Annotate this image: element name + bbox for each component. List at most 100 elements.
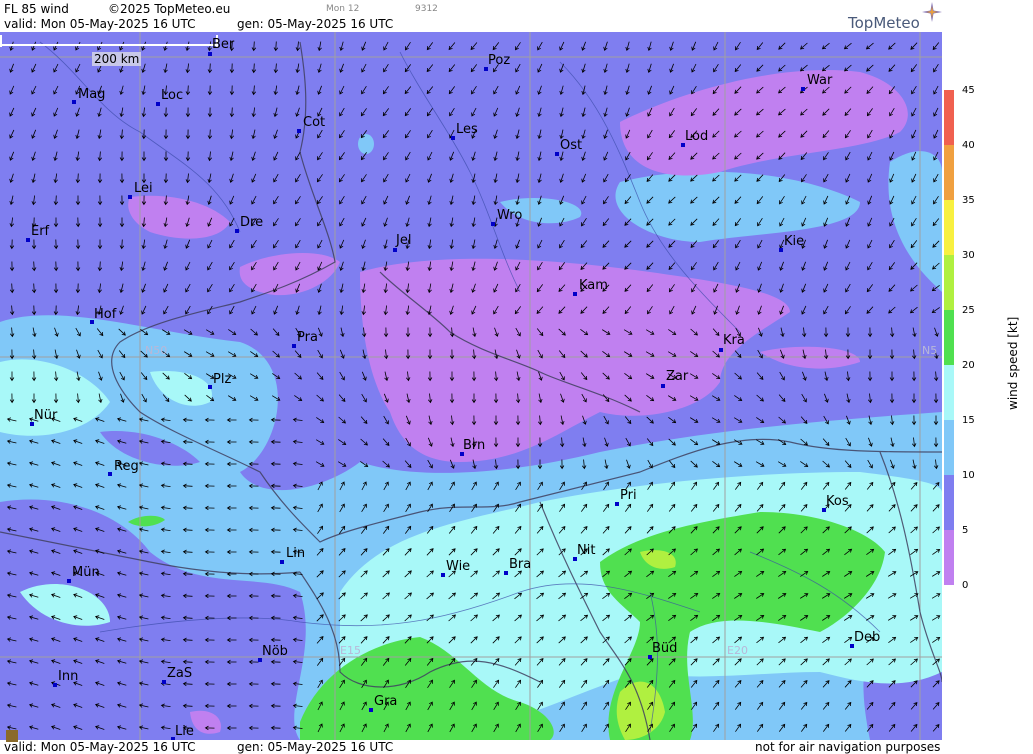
city-label: Plz [213, 372, 232, 387]
city-label: Wie [446, 559, 471, 574]
city-dot [491, 222, 495, 226]
product-title: FL 85 wind [4, 2, 69, 16]
city-dot [393, 248, 397, 252]
grid-label-n50-right: N5 [922, 344, 938, 357]
legend-tick: 20 [962, 360, 975, 371]
city-dot [555, 152, 559, 156]
city-dot [208, 385, 212, 389]
city-dot [369, 708, 373, 712]
city-dot [719, 348, 723, 352]
city-label: Reg [114, 459, 139, 474]
legend-color-band [944, 255, 954, 311]
wind-map[interactable]: 200 km N50 N5 E15 E20 Ber Poz War Mag Lo… [0, 32, 942, 740]
city-label: Lod [685, 129, 709, 144]
city-label: Lie [175, 724, 194, 739]
legend-color-band [944, 200, 954, 256]
scale-bar [0, 35, 218, 47]
legend-tick: 35 [962, 195, 975, 206]
topmeteo-logo: TopMeteo [848, 14, 920, 32]
legend-color-band [944, 310, 954, 366]
city-dot [208, 52, 212, 56]
city-dot [53, 683, 57, 687]
legend-tick: 15 [962, 415, 975, 426]
city-dot [235, 229, 239, 233]
legend-tick: 40 [962, 140, 975, 151]
legend-color-band [944, 475, 954, 531]
legend-tick: 45 [962, 85, 975, 96]
city-dot [297, 129, 301, 133]
city-dot [280, 560, 284, 564]
legend-color-band [944, 420, 954, 476]
legend-color-band [944, 530, 954, 585]
footer-valid-time: valid: Mon 05-May-2025 16 UTC [4, 740, 196, 754]
city-dot [108, 472, 112, 476]
city-label: Bra [509, 557, 532, 572]
city-dot [801, 87, 805, 91]
city-label: Erf [31, 224, 50, 239]
city-label: Lin [286, 546, 306, 561]
legend-tick: 25 [962, 305, 975, 316]
gen-time: gen: 05-May-2025 16 UTC [237, 17, 394, 31]
city-label: Ber [212, 37, 235, 52]
city-label: ZaS [167, 666, 193, 681]
city-label: Zar [666, 369, 689, 384]
city-label: Lei [134, 181, 153, 196]
city-label: Gra [374, 694, 398, 709]
code-label: 9312 [415, 4, 438, 14]
legend-tick: 30 [962, 250, 975, 261]
city-label: Kra [723, 333, 745, 348]
city-label: Kos [826, 494, 849, 509]
city-dot [504, 571, 508, 575]
city-dot [67, 579, 71, 583]
legend-color-band [944, 145, 954, 201]
run-label: Mon 12 [326, 4, 360, 14]
scale-label: 200 km [92, 52, 142, 66]
city-dot [451, 136, 455, 140]
city-label: Büd [652, 641, 678, 656]
city-label: Pri [620, 488, 637, 503]
city-dot [162, 680, 166, 684]
city-label: Nit [577, 543, 596, 558]
legend-color-band [944, 90, 954, 146]
city-label: War [807, 73, 833, 88]
compass-star-icon [922, 2, 942, 22]
city-dot [72, 100, 76, 104]
valid-time: valid: Mon 05-May-2025 16 UTC [4, 17, 196, 31]
city-dot [573, 292, 577, 296]
city-label: Dre [240, 215, 264, 230]
legend-tick: 10 [962, 470, 975, 481]
wind-speed-colorbar [944, 90, 954, 585]
city-label: Kie [784, 234, 805, 249]
legend-tick: 0 [962, 580, 969, 591]
city-label: Cot [303, 115, 326, 130]
city-label: Jel [396, 233, 412, 248]
city-label: Mün [72, 565, 100, 580]
city-label: Ost [560, 138, 583, 153]
city-label: Kam [579, 278, 608, 293]
city-label: Brn [463, 438, 486, 453]
city-dot [661, 384, 665, 388]
city-dot [615, 502, 619, 506]
copyright-text: ©2025 TopMeteo.eu [108, 2, 231, 16]
city-dot [128, 195, 132, 199]
wind-field-layer [0, 32, 942, 740]
footer-notice: not for air navigation purposes [755, 740, 941, 754]
city-label: Loc [161, 88, 184, 103]
city-label: Poz [488, 53, 511, 68]
city-dot [156, 102, 160, 106]
city-label: Nür [34, 408, 58, 423]
city-dot [26, 238, 30, 242]
city-label: Hof [94, 307, 117, 322]
city-label: Deb [854, 630, 881, 645]
city-dot [292, 344, 296, 348]
city-label: Les [456, 122, 478, 137]
city-label: Wro [497, 208, 523, 223]
legend-tick: 5 [962, 525, 969, 536]
grid-label-e15: E15 [340, 644, 361, 657]
legend-title: wind speed [kt] [1006, 316, 1020, 410]
city-dot [779, 248, 783, 252]
city-label: Pra [297, 330, 318, 345]
city-label: Nöb [262, 644, 288, 659]
grid-label-n50: N50 [145, 344, 168, 357]
footer-gen-time: gen: 05-May-2025 16 UTC [237, 740, 394, 754]
